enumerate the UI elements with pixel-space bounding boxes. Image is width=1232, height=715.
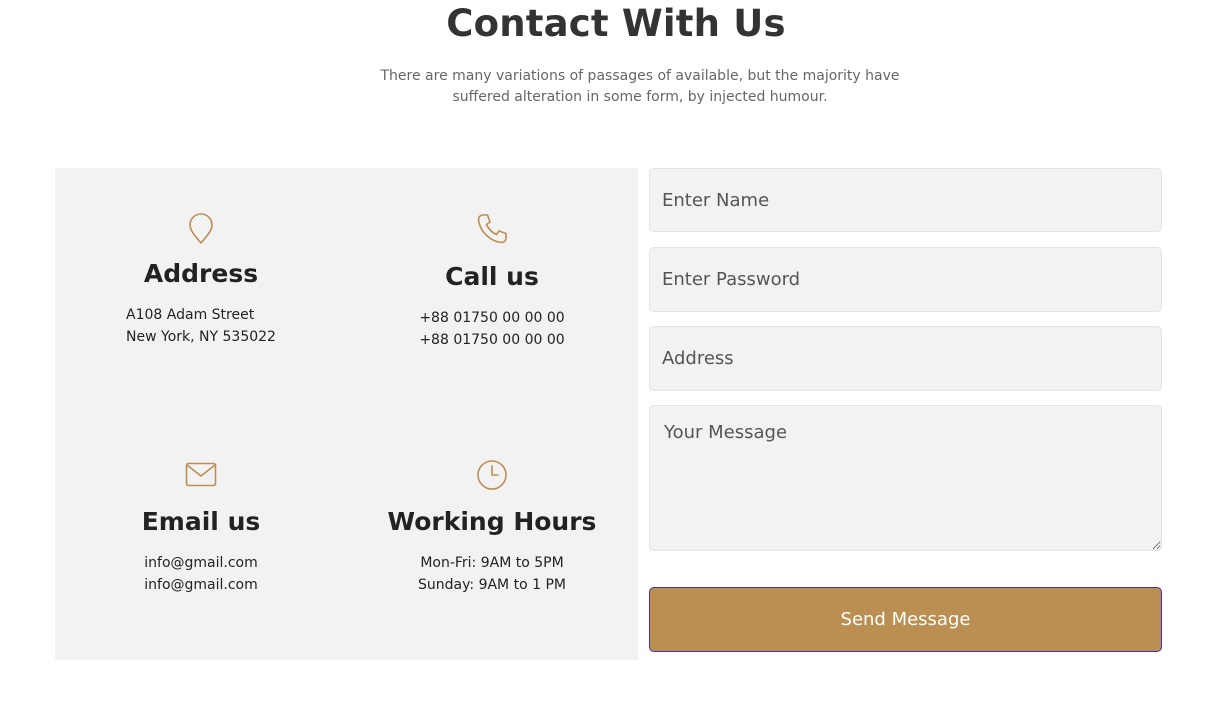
send-message-button[interactable]: Send Message [649,587,1162,652]
email-title: Email us [141,507,261,536]
page-subtitle: There are many variations of passages of… [380,68,900,105]
hours-card: Working Hours Mon-Fri: 9AM to 5PM Sunday… [347,458,637,596]
message-textarea[interactable] [649,405,1162,551]
phone-line-1: +88 01750 00 00 00 [419,310,565,326]
contact-info-panel: Address A108 Adam Street New York, NY 53… [55,168,638,660]
email-card: Email us info@gmail.com info@gmail.com [56,458,346,596]
email-lines: info@gmail.com info@gmail.com [56,552,346,596]
email-line-2: info@gmail.com [144,577,258,593]
address-input[interactable] [649,326,1162,391]
hours-lines: Mon-Fri: 9AM to 5PM Sunday: 9AM to 1 PM [347,552,637,596]
name-input[interactable] [649,168,1162,232]
phone-icon [477,214,507,244]
map-pin-icon [189,213,213,244]
address-title: Address [143,259,259,288]
call-lines: +88 01750 00 00 00 +88 01750 00 00 00 [347,307,637,351]
call-card: Call us +88 01750 00 00 00 +88 01750 00 … [347,212,637,351]
address-line-1: A108 Adam Street [126,307,255,323]
call-title: Call us [445,262,539,291]
clock-icon [477,460,507,490]
password-input[interactable] [649,247,1162,312]
envelope-icon [185,462,217,487]
hours-line-1: Mon-Fri: 9AM to 5PM [420,555,564,571]
email-line-1: info@gmail.com [144,555,258,571]
address-card: Address A108 Adam Street New York, NY 53… [56,212,346,348]
hours-title: Working Hours [387,507,597,536]
address-lines: A108 Adam Street New York, NY 535022 [126,304,276,348]
phone-line-2: +88 01750 00 00 00 [419,332,565,348]
hours-line-2: Sunday: 9AM to 1 PM [418,577,566,593]
address-line-2: New York, NY 535022 [126,329,276,345]
page-title: Contact With Us [446,2,786,45]
